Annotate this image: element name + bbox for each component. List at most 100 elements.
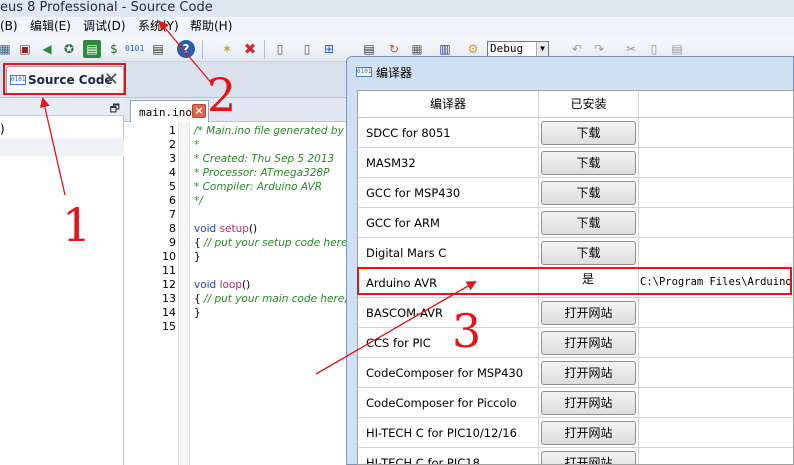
annotation-number-1: 1 (62, 198, 92, 252)
menu-bar: (B) 编辑(E) 调试(D) 系统(Y) 帮助(H) (0, 17, 794, 37)
component-icon[interactable]: ▣ (16, 40, 34, 58)
table-row[interactable]: BASCOM-AVR 打开网站 (358, 298, 793, 328)
table-row[interactable]: HI-TECH C for PIC10/12/16 打开网站 (358, 418, 793, 448)
open-folder-icon[interactable]: ✶ (218, 40, 236, 58)
dialog-title: 编译器 (376, 66, 413, 80)
open-website-button[interactable]: 打开网站 (541, 391, 636, 415)
code-line: void loop() (194, 278, 250, 292)
menu-item-edit[interactable]: 编辑(E) (30, 17, 71, 36)
line-number: 3 (169, 152, 176, 165)
compiler-name: Digital Mars C (366, 246, 447, 260)
compiler-name: SDCC for 8051 (366, 126, 451, 140)
line-number: 7 (169, 208, 176, 221)
earth-icon[interactable]: ✪ (60, 40, 78, 58)
download-button[interactable]: 下载 (541, 181, 636, 205)
open-website-button[interactable]: 打开网站 (541, 451, 636, 464)
download-button[interactable]: 下载 (541, 121, 636, 145)
menu-item-system[interactable]: 系统(Y) (138, 17, 179, 36)
restore-icon[interactable]: 🗗 (110, 100, 120, 119)
table-row[interactable]: MASM32 下载 (358, 148, 793, 178)
compiler-name: GCC for ARM (366, 216, 440, 230)
line-number: 6 (169, 194, 176, 207)
annotation-number-3: 3 (452, 304, 482, 358)
function-name: loop (219, 279, 243, 291)
open-website-button[interactable]: 打开网站 (541, 331, 636, 355)
table-row[interactable]: SDCC for 8051 下载 (358, 118, 793, 148)
compiler-icon: 0101 (356, 67, 372, 77)
line-number: 10 (162, 250, 176, 263)
download-button[interactable]: 下载 (541, 151, 636, 175)
keyword: void (194, 223, 217, 235)
table-row[interactable]: Digital Mars C 下载 (358, 238, 793, 268)
copy-doc-icon[interactable]: ▯ (298, 40, 316, 58)
window-title-bar: eus 8 Professional - Source Code (0, 0, 794, 17)
column-header-path (639, 91, 793, 118)
help-icon[interactable]: ? (177, 40, 195, 58)
tab-label: main.ino (139, 106, 192, 119)
compiler-name: MASM32 (366, 156, 416, 170)
line-number: 1 (169, 124, 176, 137)
punctuation: () (242, 279, 251, 291)
table-row[interactable]: CCS for PIC 打开网站 (358, 328, 793, 358)
line-number: 14 (162, 306, 176, 319)
line-number: 2 (169, 138, 176, 151)
table-row[interactable]: CodeComposer for MSP430 打开网站 (358, 358, 793, 388)
new-chip-icon[interactable]: ▦ (0, 40, 14, 58)
fold-margin (178, 122, 190, 465)
download-button[interactable]: 下载 (541, 211, 636, 235)
build-config-select[interactable]: Debug ▼ (487, 41, 549, 57)
zoom-icon[interactable]: ⊞ (320, 40, 338, 58)
column-header-compiler[interactable]: 编译器 (358, 91, 538, 118)
code-line: */ (194, 195, 203, 207)
menu-item-debug[interactable]: 调试(D) (83, 17, 126, 36)
panel-header: 🗗 (0, 98, 124, 116)
document-icon[interactable]: ▤ (149, 40, 167, 58)
table-row[interactable]: HI-TECH C for PIC18 打开网站 (358, 448, 793, 464)
compiler-name: CodeComposer for MSP430 (366, 366, 524, 380)
build-config-value: Debug (490, 42, 524, 55)
toolbar-separator (264, 40, 265, 59)
code-line: } (194, 251, 201, 263)
delete-icon[interactable]: ✖ (241, 40, 259, 58)
annotation-box-arduino-row (357, 267, 792, 295)
menu-item-build[interactable]: (B) (0, 17, 18, 36)
line-number: 4 (169, 166, 176, 179)
compiler-name: CCS for PIC (366, 336, 431, 350)
comment: // put your main code here, to (200, 293, 362, 305)
keyword: void (194, 279, 217, 291)
punctuation: { (194, 293, 201, 305)
page-icon[interactable]: ▯ (271, 40, 289, 58)
window-title: eus 8 Professional - Source Code (0, 0, 213, 15)
code-line: { // put your setup code here, to (194, 236, 365, 250)
comment: // put your setup code here, to (200, 237, 365, 249)
memory-icon[interactable]: ▤ (83, 40, 101, 58)
punctuation: { (194, 237, 201, 249)
punctuation: () (248, 223, 258, 235)
line-number: 9 (169, 236, 176, 249)
code-line: * Created: Thu Sep 5 2013 (194, 153, 335, 165)
tree-item[interactable] (0, 138, 124, 156)
dollar-doc-icon[interactable]: $ (105, 40, 123, 58)
tree-item-label[interactable]: ) (0, 122, 5, 136)
line-number: 15 (162, 320, 176, 333)
code-line: * Compiler: Arduino AVR (194, 181, 323, 193)
chevron-down-icon: ▼ (536, 42, 548, 56)
io-icon[interactable]: 0101 (125, 40, 144, 58)
table-row[interactable]: CodeComposer for Piccolo 打开网站 (358, 388, 793, 418)
open-website-button[interactable]: 打开网站 (541, 421, 636, 445)
table-row[interactable]: GCC for ARM 下载 (358, 208, 793, 238)
menu-item-help[interactable]: 帮助(H) (190, 17, 232, 36)
tab-main-ino[interactable]: main.ino × (130, 100, 209, 122)
step-back-icon[interactable]: ◀ (38, 40, 56, 58)
close-tab-button[interactable]: × (192, 104, 206, 118)
open-website-button[interactable]: 打开网站 (541, 361, 636, 385)
line-number: 12 (162, 278, 176, 291)
download-button[interactable]: 下载 (541, 241, 636, 265)
open-website-button[interactable]: 打开网站 (541, 301, 636, 325)
code-line: * Processor: ATmega328P (194, 167, 330, 179)
table-row[interactable]: GCC for MSP430 下载 (358, 178, 793, 208)
column-header-installed[interactable]: 已安装 (539, 91, 638, 118)
annotation-box-source-tab (3, 63, 126, 95)
code-line: * (194, 139, 200, 151)
line-number: 5 (169, 180, 176, 193)
